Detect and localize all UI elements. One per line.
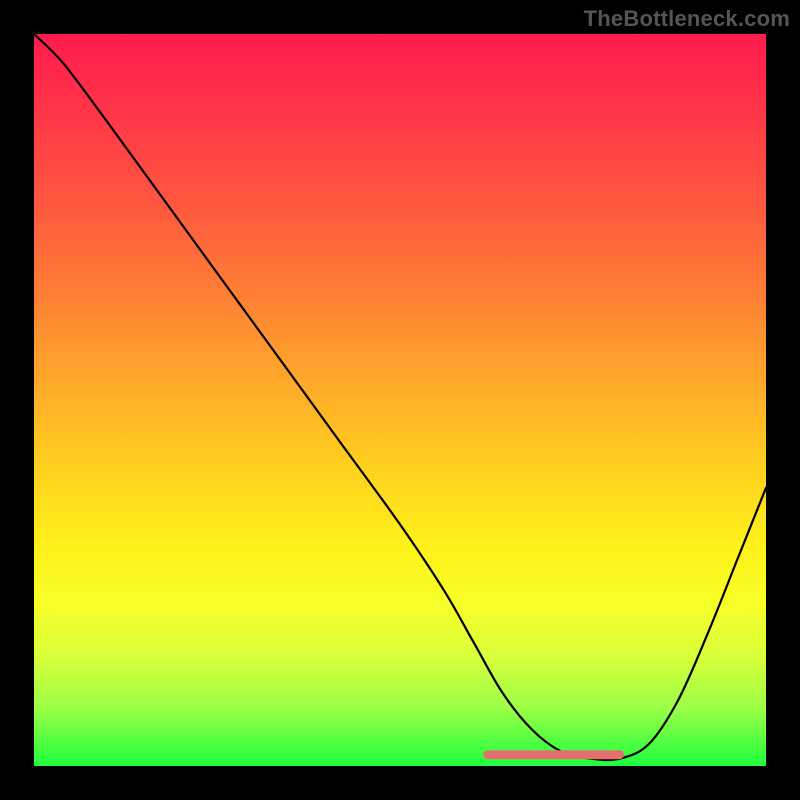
curve-overlay	[34, 34, 766, 766]
chart-container: TheBottleneck.com	[0, 0, 800, 800]
watermark-text: TheBottleneck.com	[584, 6, 790, 32]
plot-area	[34, 34, 766, 766]
bottleneck-curve	[34, 34, 766, 760]
